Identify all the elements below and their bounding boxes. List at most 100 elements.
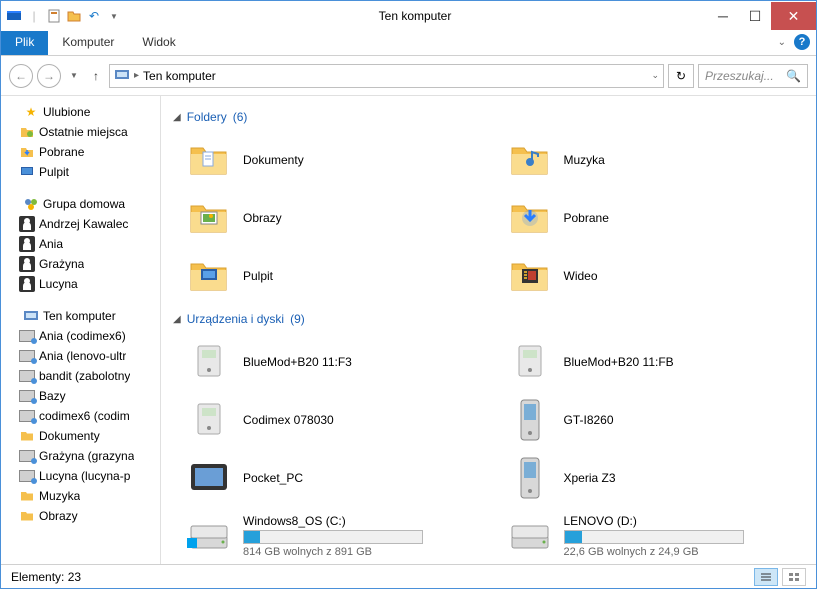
person-icon bbox=[19, 276, 35, 292]
computer-root[interactable]: Ten komputer bbox=[1, 306, 160, 326]
network-drive[interactable]: codimex6 (codim bbox=[1, 406, 160, 426]
content-pane[interactable]: ◢ Foldery (6) Dokumenty Muzyka Obrazy Pobra… bbox=[161, 96, 816, 564]
qat: | ↶ ▼ bbox=[5, 7, 123, 25]
device-item[interactable]: GT-I8260 bbox=[504, 394, 805, 446]
sidebar-folder[interactable]: Obrazy bbox=[1, 506, 160, 526]
network-drive[interactable]: Bazy bbox=[1, 386, 160, 406]
drive-item[interactable]: Windows8_OS (C:) 814 GB wolnych z 891 GB bbox=[183, 510, 484, 562]
back-button[interactable]: ← bbox=[9, 64, 33, 88]
folders-header[interactable]: ◢ Foldery (6) bbox=[173, 110, 804, 124]
device-item[interactable]: Xperia Z3 bbox=[504, 452, 805, 504]
device-icon bbox=[508, 456, 552, 500]
folder-icon bbox=[508, 254, 552, 298]
window-title: Ten komputer bbox=[123, 9, 707, 23]
folder-item[interactable]: Muzyka bbox=[504, 134, 805, 186]
network-drive[interactable]: Ania (lenovo-ultr bbox=[1, 346, 160, 366]
ribbon-expand-icon[interactable]: ⌄ bbox=[778, 37, 786, 48]
favorites-root[interactable]: ★ Ulubione bbox=[1, 102, 160, 122]
item-count: Elementy: 23 bbox=[11, 570, 81, 584]
device-item[interactable]: Codimex 078030 bbox=[183, 394, 484, 446]
network-drive[interactable]: Grażyna (grazyna bbox=[1, 446, 160, 466]
network-drive[interactable]: Lucyna (lucyna-p bbox=[1, 466, 160, 486]
minimize-button[interactable]: ─ bbox=[707, 2, 739, 30]
device-item[interactable]: Pocket_PC bbox=[183, 452, 484, 504]
new-folder-icon[interactable] bbox=[65, 7, 83, 25]
device-icon bbox=[508, 398, 552, 442]
details-view-button[interactable] bbox=[754, 568, 778, 586]
ribbon-tab-computer[interactable]: Komputer bbox=[48, 31, 128, 55]
folder-item[interactable]: Pulpit bbox=[183, 250, 484, 302]
folder-icon bbox=[187, 138, 231, 182]
drive-label: LENOVO (D:) bbox=[564, 514, 801, 528]
sidebar-folder[interactable]: Muzyka bbox=[1, 486, 160, 506]
view-switches bbox=[754, 568, 806, 586]
properties-icon[interactable] bbox=[45, 7, 63, 25]
person-icon bbox=[19, 216, 35, 232]
homegroup-user[interactable]: Lucyna bbox=[1, 274, 160, 294]
device-icon bbox=[187, 398, 231, 442]
sidebar-item-downloads[interactable]: Pobrane bbox=[1, 142, 160, 162]
app-icon bbox=[5, 7, 23, 25]
device-icon bbox=[187, 340, 231, 384]
drive-icon bbox=[508, 514, 552, 558]
sidebar-item-recent[interactable]: Ostatnie miejsca bbox=[1, 122, 160, 142]
folder-icon bbox=[508, 138, 552, 182]
sidebar-item-desktop[interactable]: Pulpit bbox=[1, 162, 160, 182]
drive-free-space: 814 GB wolnych z 891 GB bbox=[243, 546, 480, 558]
homegroup-user[interactable]: Andrzej Kawalec bbox=[1, 214, 160, 234]
icons-view-button[interactable] bbox=[782, 568, 806, 586]
navigation-pane[interactable]: ★ Ulubione Ostatnie miejsca Pobrane Pulp… bbox=[1, 96, 161, 564]
homegroup-user[interactable]: Ania bbox=[1, 234, 160, 254]
undo-icon[interactable]: ↶ bbox=[85, 7, 103, 25]
search-field[interactable]: Przeszukaj... 🔍 bbox=[698, 64, 808, 88]
homegroup-root[interactable]: Grupa domowa bbox=[1, 194, 160, 214]
ribbon-file-tab[interactable]: Plik bbox=[1, 31, 48, 55]
folder-label: Dokumenty bbox=[243, 153, 304, 167]
recent-icon bbox=[19, 124, 35, 140]
drive-item[interactable]: LENOVO (D:)22,6 GB wolnych z 24,9 GB bbox=[504, 510, 805, 562]
close-button[interactable]: ✕ bbox=[771, 2, 816, 30]
up-button[interactable]: ↑ bbox=[87, 64, 105, 88]
device-icon bbox=[508, 340, 552, 384]
titlebar: | ↶ ▼ Ten komputer ─ ☐ ✕ bbox=[1, 1, 816, 31]
network-drive[interactable]: Ania (codimex6) bbox=[1, 326, 160, 346]
homegroup-user[interactable]: Grażyna bbox=[1, 254, 160, 274]
breadcrumb-location[interactable]: Ten komputer bbox=[143, 69, 216, 83]
folder-label: Obrazy bbox=[243, 211, 282, 225]
network-drive[interactable]: bandit (zabolotny bbox=[1, 366, 160, 386]
folder-icon bbox=[187, 254, 231, 298]
drive-icon bbox=[187, 514, 231, 558]
address-dropdown-icon[interactable]: ⌄ bbox=[651, 70, 659, 81]
search-placeholder: Przeszukaj... bbox=[705, 69, 774, 83]
forward-button[interactable]: → bbox=[37, 64, 61, 88]
window-controls: ─ ☐ ✕ bbox=[707, 2, 816, 30]
maximize-button[interactable]: ☐ bbox=[739, 2, 771, 30]
tree-computer: Ten komputer Ania (codimex6) Ania (lenov… bbox=[1, 306, 160, 526]
device-label: BlueMod+B20 11:F3 bbox=[243, 355, 352, 369]
folder-label: Pulpit bbox=[243, 269, 273, 283]
refresh-button[interactable]: ↻ bbox=[668, 64, 694, 88]
folder-item[interactable]: Dokumenty bbox=[183, 134, 484, 186]
qat-dropdown-icon[interactable]: ▼ bbox=[105, 7, 123, 25]
ribbon: Plik Komputer Widok ⌄ ? bbox=[1, 31, 816, 56]
folder-label: Muzyka bbox=[564, 153, 605, 167]
sidebar-folder[interactable]: Dokumenty bbox=[1, 426, 160, 446]
devices-header[interactable]: ◢ Urządzenia i dyski (9) bbox=[173, 312, 804, 326]
folder-item[interactable]: Obrazy bbox=[183, 192, 484, 244]
device-item[interactable]: BlueMod+B20 11:F3 bbox=[183, 336, 484, 388]
folder-item[interactable]: Wideo bbox=[504, 250, 805, 302]
folder-icon bbox=[508, 196, 552, 240]
devices-grid: BlueMod+B20 11:F3 BlueMod+B20 11:FB Codime… bbox=[183, 336, 804, 562]
address-field[interactable]: ▸ Ten komputer ⌄ bbox=[109, 64, 664, 88]
folders-grid: Dokumenty Muzyka Obrazy Pobrane Pulpit Wideo bbox=[183, 134, 804, 302]
device-item[interactable]: BlueMod+B20 11:FB bbox=[504, 336, 805, 388]
collapse-icon[interactable]: ◢ bbox=[173, 314, 181, 325]
folder-icon bbox=[187, 196, 231, 240]
ribbon-tab-view[interactable]: Widok bbox=[128, 31, 189, 55]
drive-label: Windows8_OS (C:) bbox=[243, 514, 480, 528]
help-icon[interactable]: ? bbox=[794, 34, 810, 50]
tree-homegroup: Grupa domowa Andrzej Kawalec Ania Grażyn… bbox=[1, 194, 160, 294]
folder-item[interactable]: Pobrane bbox=[504, 192, 805, 244]
collapse-icon[interactable]: ◢ bbox=[173, 112, 181, 123]
recent-dropdown-icon[interactable]: ▼ bbox=[65, 64, 83, 88]
